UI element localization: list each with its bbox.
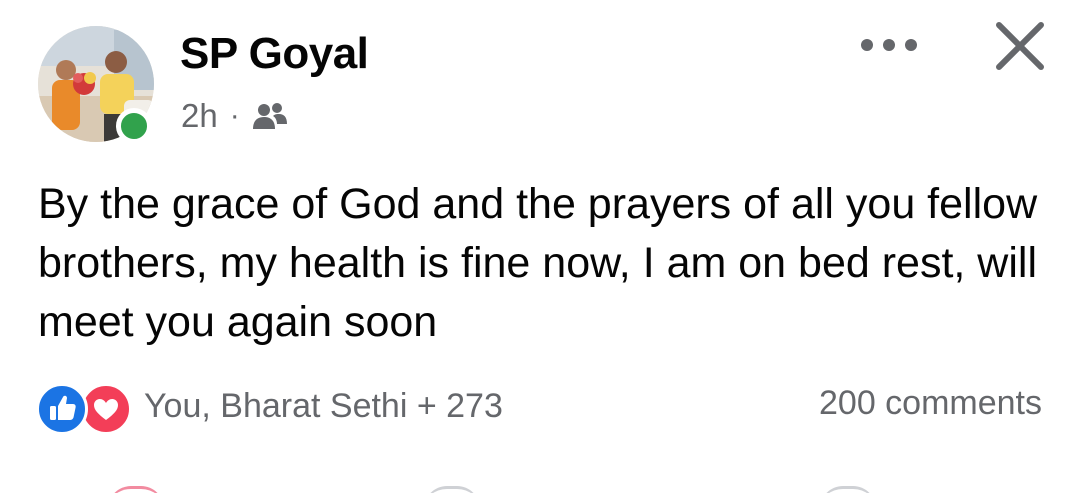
reactions-bar[interactable]: You, Bharat Sethi + 273	[36, 380, 503, 435]
action-bar-icon[interactable]	[108, 486, 164, 493]
close-icon	[994, 20, 1046, 77]
reaction-icons	[36, 381, 132, 435]
like-icon	[36, 383, 88, 435]
more-options-button[interactable]	[852, 24, 926, 70]
more-horizontal-icon	[860, 38, 918, 57]
facebook-post: SP Goyal 2h · By the grace of God and th…	[0, 0, 1080, 493]
action-bar-icon[interactable]	[424, 486, 480, 493]
reactions-summary[interactable]: You, Bharat Sethi + 273	[144, 387, 503, 426]
comments-count[interactable]: 200 comments	[819, 384, 1042, 423]
post-meta: 2h ·	[181, 94, 288, 138]
friends-icon[interactable]	[252, 101, 288, 131]
post-time[interactable]: 2h	[181, 97, 218, 135]
online-status-dot	[116, 108, 152, 144]
author-name[interactable]: SP Goyal	[180, 28, 369, 80]
post-text: By the grace of God and the prayers of a…	[38, 180, 1038, 346]
close-button[interactable]	[986, 14, 1054, 82]
action-bar-icon[interactable]	[820, 486, 876, 493]
meta-separator: ·	[229, 99, 240, 132]
